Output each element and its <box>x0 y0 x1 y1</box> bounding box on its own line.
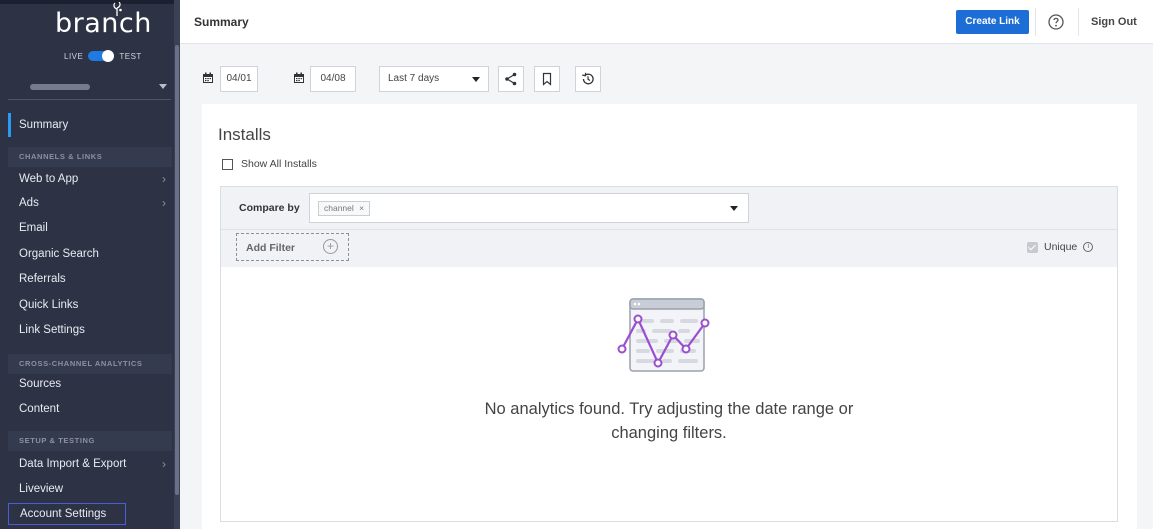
unique-checkbox[interactable] <box>1027 241 1038 253</box>
installs-heading: Installs <box>218 125 271 144</box>
empty-analytics-illustration <box>617 298 710 372</box>
toggle-knob <box>102 50 115 62</box>
sidebar-item-quick-links[interactable]: Quick Links <box>8 293 172 317</box>
bookmark-icon <box>542 72 552 86</box>
help-icon[interactable] <box>1046 12 1066 32</box>
header-divider <box>1078 8 1079 36</box>
empty-state-line: No analytics found. Try adjusting the da… <box>484 400 854 418</box>
history-icon <box>582 72 594 85</box>
end-date-input[interactable]: 04/08 <box>310 66 356 92</box>
app-name-redacted <box>30 84 90 90</box>
chevron-right-icon: › <box>162 172 166 186</box>
sidebar-item-label: Data Import & Export <box>19 458 127 470</box>
sidebar-item-label: Sources <box>19 378 62 390</box>
sidebar-item-label: Account Settings <box>20 508 107 520</box>
live-label: LIVE <box>64 51 84 61</box>
test-label: TEST <box>119 51 142 61</box>
sidebar-item-label: Web to App <box>19 173 79 185</box>
app-selector[interactable] <box>8 74 171 100</box>
header-divider <box>1035 8 1036 36</box>
bookmark-button[interactable] <box>534 66 560 92</box>
sidebar-item-sources[interactable]: Sources <box>8 372 172 396</box>
unique-option[interactable]: Unique i <box>1027 241 1094 253</box>
sidebar-item-web-to-app[interactable]: Web to App › <box>8 167 172 191</box>
start-date-input[interactable]: 04/01 <box>220 66 258 92</box>
show-all-installs-label: Show All Installs <box>241 158 317 170</box>
date-range-select[interactable]: Last 7 days <box>379 66 489 92</box>
calendar-icon[interactable] <box>293 72 305 84</box>
installs-panel: Compare by channel × Add Filter + Unique… <box>220 186 1118 522</box>
section-setup-testing: SETUP & TESTING <box>8 431 172 451</box>
sidebar-item-data-import-export[interactable]: Data Import & Export › <box>8 452 172 476</box>
empty-state-message: No analytics found. Try adjusting the da… <box>221 397 1117 445</box>
section-channels-links: CHANNELS & LINKS <box>8 147 172 167</box>
create-link-button[interactable]: Create Link <box>956 10 1029 34</box>
sidebar-item-summary[interactable]: Summary <box>8 113 172 137</box>
sidebar-item-label: Quick Links <box>19 299 79 311</box>
caret-down-icon <box>472 77 480 82</box>
compare-tag-channel[interactable]: channel × <box>318 201 371 216</box>
sprout-icon <box>113 2 122 16</box>
add-filter-label: Add Filter <box>246 242 295 254</box>
sidebar-item-label: Referrals <box>19 273 66 285</box>
share-icon <box>505 72 517 86</box>
compare-tag-label: channel <box>324 203 354 213</box>
section-cross-channel-analytics: CROSS-CHANNEL ANALYTICS <box>8 354 172 374</box>
history-button[interactable] <box>575 66 601 92</box>
sidebar-item-liveview[interactable]: Liveview <box>8 477 172 501</box>
plus-circle-icon: + <box>323 239 338 254</box>
sidebar-item-label: Liveview <box>19 483 64 495</box>
empty-state-line: changing filters. <box>611 424 727 442</box>
sign-out-link[interactable]: Sign Out <box>1091 16 1137 28</box>
date-range-value: Last 7 days <box>388 73 440 84</box>
divider <box>221 229 1117 230</box>
compare-by-label: Compare by <box>239 202 300 214</box>
sidebar-item-label: Organic Search <box>19 248 99 260</box>
caret-down-icon <box>730 206 738 211</box>
filter-bar: Compare by channel × Add Filter + Unique… <box>221 187 1117 267</box>
sidebar-item-email[interactable]: Email <box>8 216 172 240</box>
sidebar-item-content[interactable]: Content <box>8 397 172 421</box>
sidebar-item-referrals[interactable]: Referrals <box>8 267 172 291</box>
sidebar-item-label: Content <box>19 403 60 415</box>
caret-down-icon <box>159 84 167 89</box>
show-all-installs-checkbox[interactable] <box>222 158 233 170</box>
compare-by-select[interactable]: channel × <box>309 193 749 223</box>
add-filter-button[interactable]: Add Filter + <box>236 233 349 261</box>
environment-switch[interactable]: LIVE TEST <box>64 50 142 62</box>
top-header: Summary Create Link Sign Out <box>180 0 1153 44</box>
info-icon[interactable]: i <box>1083 242 1094 252</box>
page-title: Summary <box>194 15 249 29</box>
sidebar: branch LIVE TEST Summary CHANNELS & LINK… <box>0 0 180 529</box>
unique-label: Unique <box>1044 241 1078 253</box>
share-button[interactable] <box>498 66 524 92</box>
show-all-installs-option[interactable]: Show All Installs <box>222 158 317 170</box>
branch-logo[interactable]: branch <box>55 2 152 39</box>
sidebar-item-label: Email <box>19 222 48 234</box>
calendar-icon[interactable] <box>202 72 214 84</box>
chevron-right-icon: › <box>162 457 166 471</box>
sidebar-item-account-settings[interactable]: Account Settings <box>8 503 126 525</box>
sidebar-scrollbar-thumb[interactable] <box>175 45 179 495</box>
environment-toggle[interactable] <box>88 50 115 62</box>
sidebar-item-label: Link Settings <box>19 324 85 336</box>
sidebar-top-strip <box>0 0 180 4</box>
sidebar-item-organic-search[interactable]: Organic Search <box>8 242 172 266</box>
chevron-right-icon: › <box>162 196 166 210</box>
sidebar-item-label: Summary <box>19 119 69 131</box>
installs-card: Installs Show All Installs Compare by ch… <box>202 104 1137 529</box>
sidebar-item-ads[interactable]: Ads › <box>8 191 172 215</box>
sidebar-item-label: Ads <box>19 197 39 209</box>
logo-text: branch <box>55 8 152 39</box>
remove-tag-icon[interactable]: × <box>359 203 364 213</box>
sidebar-item-link-settings[interactable]: Link Settings <box>8 318 172 342</box>
